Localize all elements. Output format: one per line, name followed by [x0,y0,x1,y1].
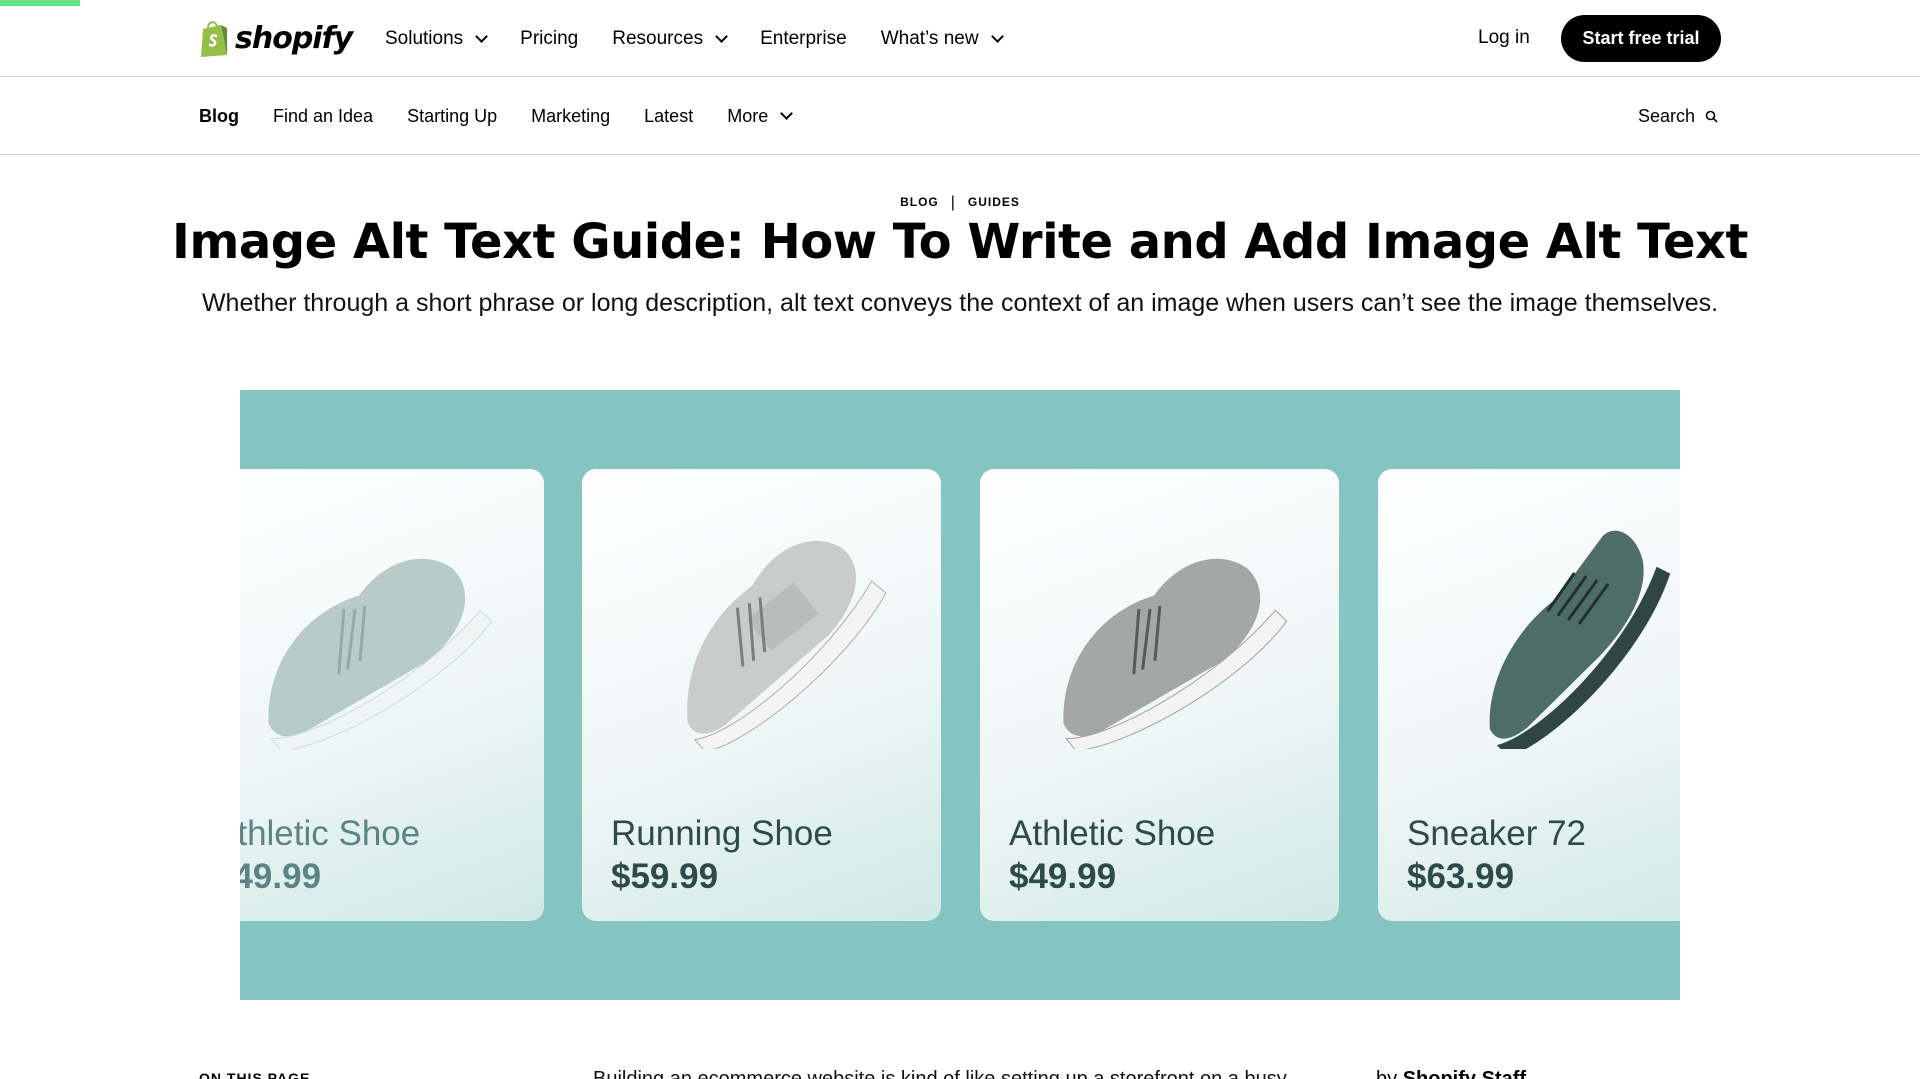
blog-nav-marketing[interactable]: Marketing [531,106,610,127]
shopify-logo[interactable]: shopify [199,18,353,58]
login-link[interactable]: Log in [1478,27,1530,49]
author-byline: by Shopify Staff [1376,1068,1526,1079]
product-card: Running Shoe $59.99 [582,469,941,921]
product-card: Athletic Shoe $49.99 [980,469,1339,921]
breadcrumb: BLOG | GUIDES [0,194,1920,212]
author-prefix: by [1376,1068,1398,1079]
nav-pricing[interactable]: Pricing [520,28,578,50]
blog-nav-blog[interactable]: Blog [199,106,239,127]
logo-wordmark: shopify [235,20,353,56]
nav-solutions[interactable]: Solutions [385,27,489,50]
blog-nav-find-an-idea[interactable]: Find an Idea [273,106,373,127]
product-card: Sneaker 72 $63.99 [1378,469,1680,921]
athletic-shoe-image [1063,558,1288,749]
blog-nav-more-label: More [727,105,769,126]
product-price: $63.99 [1407,857,1515,896]
nav-whats-new[interactable]: What’s new [880,27,1004,50]
author-name[interactable]: Shopify Staff [1403,1068,1526,1079]
chevron-down-icon [475,29,489,43]
search-button[interactable]: Search [1638,78,1718,154]
nav-label: Enterprise [760,27,847,49]
blog-nav-items: Blog Find an Idea Starting Up Marketing … [199,78,825,154]
nav-resources[interactable]: Resources [612,27,728,50]
article-intro: Building an ecommerce website is kind of… [593,1068,1287,1079]
product-price: $49.99 [1009,857,1117,896]
product-price: $49.99 [240,857,322,896]
top-navigation: shopify Solutions Pricing Resources Ente… [0,0,1920,77]
shopify-bag-icon [201,21,227,57]
product-name: Running Shoe [611,814,833,853]
on-this-page-heading: ON THIS PAGE [199,1070,311,1079]
search-label: Search [1638,105,1696,126]
chevron-down-icon [715,29,728,43]
product-name: Sneaker 72 [1407,814,1587,853]
product-name: Athletic Shoe [1009,814,1216,853]
breadcrumb-blog[interactable]: BLOG [900,195,939,209]
blog-nav-starting-up[interactable]: Starting Up [407,106,497,127]
nav-label: What’s new [880,27,979,49]
start-free-trial-button[interactable]: Start free trial [1561,15,1721,62]
blog-nav-more[interactable]: More [727,105,794,127]
article-title: Image Alt Text Guide: How To Write and A… [172,214,1748,270]
product-card: Athletic Shoe $49.99 [240,469,544,921]
product-name: Athletic Shoe [240,814,421,853]
nav-label: Pricing [520,27,579,49]
breadcrumb-separator: | [950,194,956,211]
blog-nav-latest[interactable]: Latest [644,106,693,127]
product-price: $59.99 [611,857,719,896]
athletic-shoe-image [268,558,493,749]
sneaker-image [1489,530,1671,749]
article-subtitle: Whether through a short phrase or long d… [201,289,1719,317]
reading-progress-bar [0,0,80,6]
blog-navigation: Blog Find an Idea Starting Up Marketing … [0,78,1920,155]
chevron-down-icon [780,107,794,120]
chevron-down-icon [990,29,1004,43]
breadcrumb-guides[interactable]: GUIDES [968,195,1020,209]
nav-label: Solutions [385,27,464,49]
primary-nav: Solutions Pricing Resources Enterprise W… [385,0,1036,77]
nav-label: Resources [612,27,704,49]
running-shoe-image [687,540,887,749]
nav-enterprise[interactable]: Enterprise [760,28,847,50]
search-icon [1705,110,1718,123]
hero-image: Athletic Shoe $49.99 Running Shoe $59.99… [240,390,1680,1000]
